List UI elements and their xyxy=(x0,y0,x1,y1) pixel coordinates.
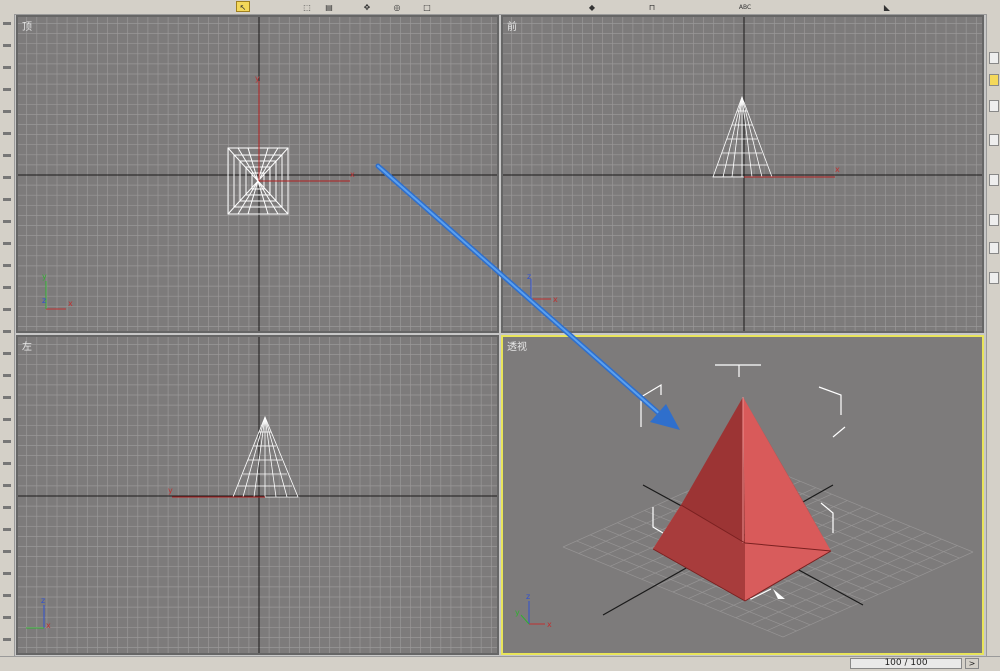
render-setup-icon[interactable]: ◣ xyxy=(880,1,894,12)
panel-checkbox[interactable] xyxy=(989,242,999,254)
frame-counter: 100 / 100 xyxy=(884,658,928,668)
left-tool-strip xyxy=(0,14,15,656)
status-bar: 100 / 100 > xyxy=(0,656,1000,671)
region-select-icon[interactable]: ⬚ xyxy=(300,1,314,12)
command-strip-handle[interactable] xyxy=(3,594,11,597)
panel-checkbox[interactable] xyxy=(989,100,999,112)
pyramid-wireframe xyxy=(232,415,299,498)
panel-checkbox[interactable] xyxy=(989,174,999,186)
command-strip-handle[interactable] xyxy=(3,462,11,465)
command-strip-handle[interactable] xyxy=(3,330,11,333)
viewport-left-canvas: y x z xyxy=(18,337,497,653)
panel-checkbox[interactable] xyxy=(989,272,999,284)
view-triad: x z y xyxy=(515,592,552,629)
scale-tool-icon[interactable]: □ xyxy=(420,1,434,12)
command-strip-handle[interactable] xyxy=(3,264,11,267)
command-strip-handle[interactable] xyxy=(3,528,11,531)
triad-y-label: y xyxy=(42,272,47,281)
triad-x-label: x xyxy=(547,620,552,629)
panel-checkbox[interactable] xyxy=(989,214,999,226)
command-strip-handle[interactable] xyxy=(3,44,11,47)
viewport-perspective-canvas: x z y xyxy=(515,364,974,638)
command-strip-handle[interactable] xyxy=(3,506,11,509)
panel-color-swatch[interactable] xyxy=(989,74,999,86)
viewport-front-canvas: x x z xyxy=(503,17,982,331)
rotate-tool-icon[interactable]: ◎ xyxy=(390,1,404,12)
command-strip-handle[interactable] xyxy=(3,572,11,575)
gizmo-x-label: x xyxy=(350,170,355,179)
command-strip-handle[interactable] xyxy=(3,616,11,619)
command-strip-handle[interactable] xyxy=(3,22,11,25)
viewport-top[interactable]: x y x y z 顶 xyxy=(16,15,499,333)
panel-checkbox[interactable] xyxy=(989,134,999,146)
gizmo-y-label: y xyxy=(168,486,173,495)
viewport-label[interactable]: 透视 xyxy=(507,338,527,353)
pyramid-shaded xyxy=(652,397,832,602)
viewport-perspective[interactable]: x z y 透视 xyxy=(501,335,984,655)
command-strip-handle[interactable] xyxy=(3,484,11,487)
command-strip-handle[interactable] xyxy=(3,220,11,223)
select-by-name-icon[interactable]: ▤ xyxy=(322,1,336,12)
next-frame-button[interactable]: > xyxy=(965,658,979,669)
viewport-left[interactable]: y x z 左 xyxy=(16,335,499,655)
viewport-label[interactable]: 前 xyxy=(507,18,517,33)
command-panel-edge xyxy=(986,14,1000,656)
command-strip-handle[interactable] xyxy=(3,198,11,201)
panel-toggle-button[interactable] xyxy=(989,52,999,64)
command-strip-handle[interactable] xyxy=(3,66,11,69)
command-strip-handle[interactable] xyxy=(3,550,11,553)
command-strip-handle[interactable] xyxy=(3,352,11,355)
command-strip-handle[interactable] xyxy=(3,440,11,443)
viewport-grid xyxy=(503,17,982,331)
mouse-cursor xyxy=(773,589,785,607)
triad-z-label: z xyxy=(41,596,45,605)
command-strip-handle[interactable] xyxy=(3,286,11,289)
chevron-right-icon: > xyxy=(968,659,976,668)
viewport-grid xyxy=(18,17,497,331)
align-tool-icon[interactable]: ⊓ xyxy=(645,1,659,12)
command-strip-handle[interactable] xyxy=(3,374,11,377)
command-strip-handle[interactable] xyxy=(3,154,11,157)
viewport-front[interactable]: x x z 前 xyxy=(501,15,984,333)
viewport-label[interactable]: 左 xyxy=(22,338,32,353)
triad-x-label: x xyxy=(68,299,73,308)
spell-check-icon[interactable]: ABC xyxy=(735,1,755,12)
command-strip-handle[interactable] xyxy=(3,396,11,399)
viewport-label[interactable]: 顶 xyxy=(22,18,32,33)
command-strip-handle[interactable] xyxy=(3,418,11,421)
time-slider[interactable]: 100 / 100 xyxy=(850,658,962,669)
mirror-tool-icon[interactable]: ◆ xyxy=(585,1,599,12)
command-strip-handle[interactable] xyxy=(3,176,11,179)
command-strip-handle[interactable] xyxy=(3,132,11,135)
move-tool-icon[interactable]: ✥ xyxy=(360,1,374,12)
gizmo-y-label: y xyxy=(255,74,260,83)
main-toolbar: ↖ ⬚ ▤ ✥ ◎ □ ◆ ⊓ ABC ◣ xyxy=(0,0,1000,15)
triad-y-label: y xyxy=(515,608,520,617)
pyramid-wireframe xyxy=(712,95,773,178)
command-strip-handle[interactable] xyxy=(3,242,11,245)
viewport-grid xyxy=(18,337,497,653)
command-strip-handle[interactable] xyxy=(3,638,11,641)
viewport-top-canvas: x y x y z xyxy=(18,17,497,331)
triad-x-label: x xyxy=(553,295,558,304)
command-strip-handle[interactable] xyxy=(3,88,11,91)
triad-z-label: z xyxy=(527,272,531,281)
command-strip-handle[interactable] xyxy=(3,110,11,113)
command-strip-handle[interactable] xyxy=(3,308,11,311)
select-tool-icon[interactable]: ↖ xyxy=(236,1,250,12)
gizmo-x-label: x xyxy=(835,165,840,174)
triad-x-label: x xyxy=(46,621,51,630)
triad-z-label: z xyxy=(42,296,46,305)
triad-z-label: z xyxy=(526,592,530,601)
